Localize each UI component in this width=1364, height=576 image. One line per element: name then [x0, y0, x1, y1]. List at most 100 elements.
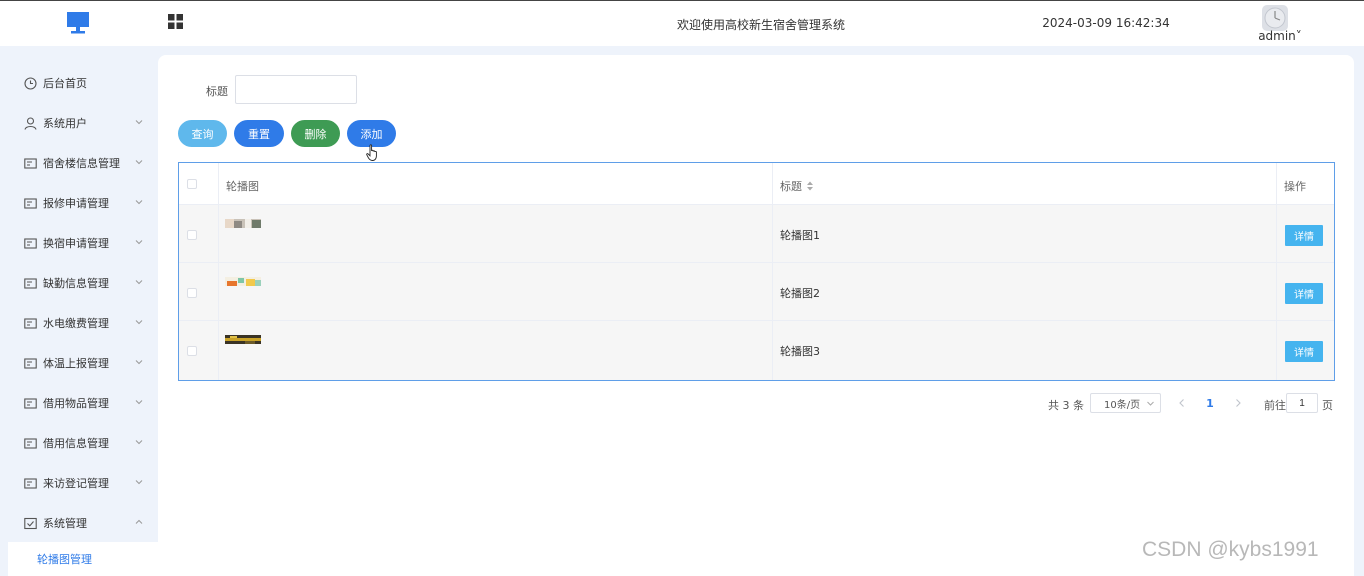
carousel-table: 轮播图 标题 操作 轮播图1 详情 轮播图2 详情 轮播图3 详情 [178, 162, 1335, 381]
column-header-actions: 操作 [1284, 180, 1306, 193]
sidebar-item-label: 系统管理 [43, 517, 87, 530]
sidebar-item-users[interactable]: 系统用户 [0, 103, 158, 143]
row-title-cell: 轮播图2 [773, 263, 1277, 320]
sidebar-item-label: 换宿申请管理 [43, 237, 109, 250]
row-checkbox-cell [179, 321, 219, 380]
sidebar-item-system[interactable]: 系统管理 [0, 503, 158, 543]
hand-cursor-icon [366, 144, 377, 161]
chevron-down-icon [135, 160, 143, 165]
header-image-cell: 轮播图 [219, 163, 773, 204]
page-size-value: 10条/页 [1104, 399, 1141, 411]
grid-icon[interactable] [168, 14, 183, 29]
header-checkbox-cell [179, 163, 219, 204]
sort-icon[interactable] [806, 181, 814, 191]
row-actions-cell: 详情 [1277, 263, 1334, 320]
row-image-cell [219, 205, 773, 262]
reset-button[interactable]: 重置 [234, 120, 284, 147]
chevron-down-icon [135, 280, 143, 285]
sidebar: 后台首页 系统用户 宿舍楼信息管理 报修申请管理 换宿申请管理 缺勤信息管理 水… [0, 46, 158, 576]
query-button[interactable]: 查询 [178, 120, 227, 147]
top-header: 欢迎使用高校新生宿舍管理系统 2024-03-09 16:42:34 admin… [0, 0, 1364, 46]
sidebar-item-visitors[interactable]: 来访登记管理 [0, 463, 158, 503]
watermark: CSDN @kybs1991 [1142, 538, 1319, 561]
page-title: 欢迎使用高校新生宿舍管理系统 [676, 18, 845, 32]
carousel-thumbnail[interactable] [225, 219, 261, 228]
chevron-down-icon [135, 480, 143, 485]
sidebar-item-label: 体温上报管理 [43, 357, 109, 370]
sidebar-item-temperature[interactable]: 体温上报管理 [0, 343, 158, 383]
prev-page-icon[interactable] [1176, 397, 1188, 409]
row-image-cell [219, 263, 773, 320]
card-icon [24, 437, 37, 449]
row-title: 轮播图1 [780, 229, 820, 242]
sidebar-item-absence[interactable]: 缺勤信息管理 [0, 263, 158, 303]
sidebar-item-label: 水电缴费管理 [43, 317, 109, 330]
card-icon [24, 317, 37, 329]
column-header-title-text: 标题 [780, 180, 802, 193]
chevron-down-icon [135, 400, 143, 405]
main-panel: 标题 查询 重置 删除 添加 轮播图 标题 操作 轮播图1 详情 轮播图2 详情… [158, 55, 1354, 576]
row-title: 轮播图2 [780, 287, 820, 300]
sidebar-item-borrow-info[interactable]: 借用信息管理 [0, 423, 158, 463]
detail-button[interactable]: 详情 [1285, 283, 1323, 304]
detail-button[interactable]: 详情 [1285, 341, 1323, 362]
sidebar-item-borrow-items[interactable]: 借用物品管理 [0, 383, 158, 423]
sidebar-item-label: 来访登记管理 [43, 477, 109, 490]
goto-page-unit: 页 [1322, 399, 1333, 412]
header-title-cell: 标题 [773, 163, 1277, 204]
carousel-thumbnail[interactable] [225, 277, 261, 286]
sidebar-item-label: 缺勤信息管理 [43, 277, 109, 290]
row-actions-cell: 详情 [1277, 321, 1334, 380]
monitor-icon[interactable] [66, 11, 90, 35]
pagination-total: 共 3 条 [1048, 399, 1084, 412]
chevron-down-icon [135, 360, 143, 365]
table-row: 轮播图2 详情 [179, 263, 1334, 321]
row-title-cell: 轮播图1 [773, 205, 1277, 262]
row-checkbox[interactable] [187, 230, 197, 240]
card-icon [24, 277, 37, 289]
clock-icon [24, 76, 37, 90]
sidebar-item-room-change[interactable]: 换宿申请管理 [0, 223, 158, 263]
avatar[interactable] [1262, 5, 1288, 31]
sidebar-item-repairs[interactable]: 报修申请管理 [0, 183, 158, 223]
sidebar-item-dorm-buildings[interactable]: 宿舍楼信息管理 [0, 143, 158, 183]
row-actions-cell: 详情 [1277, 205, 1334, 262]
user-icon [24, 116, 37, 130]
card-icon [24, 477, 37, 489]
delete-button[interactable]: 删除 [291, 120, 340, 147]
card-icon [24, 237, 37, 249]
next-page-icon[interactable] [1232, 397, 1244, 409]
page-number-current[interactable]: 1 [1204, 397, 1216, 410]
select-all-checkbox[interactable] [187, 179, 197, 189]
sidebar-item-label: 系统用户 [43, 117, 87, 130]
row-checkbox-cell [179, 263, 219, 320]
add-button[interactable]: 添加 [347, 120, 396, 147]
sidebar-item-label: 报修申请管理 [43, 197, 109, 210]
page-size-select[interactable]: 10条/页 [1090, 393, 1161, 413]
chevron-down-icon [135, 200, 143, 205]
datetime-display: 2024-03-09 16:42:34 [1042, 16, 1170, 30]
row-checkbox[interactable] [187, 346, 197, 356]
title-filter-label: 标题 [206, 85, 228, 98]
avatar-clock-icon [1264, 7, 1286, 29]
column-header-title[interactable]: 标题 [780, 178, 814, 194]
sidebar-item-utilities[interactable]: 水电缴费管理 [0, 303, 158, 343]
card-icon [24, 357, 37, 369]
carousel-thumbnail[interactable] [225, 335, 261, 344]
sidebar-item-home[interactable]: 后台首页 [0, 63, 158, 103]
goto-page-input[interactable] [1286, 393, 1318, 413]
sidebar-subitem-carousel[interactable]: 轮播图管理 [8, 542, 158, 576]
sidebar-item-label: 借用信息管理 [43, 437, 109, 450]
sidebar-item-label: 借用物品管理 [43, 397, 109, 410]
chevron-up-icon [135, 519, 143, 524]
row-checkbox[interactable] [187, 288, 197, 298]
title-filter-input[interactable] [235, 75, 357, 104]
chevron-down-icon [135, 320, 143, 325]
row-image-cell [219, 321, 773, 380]
sidebar-item-label: 后台首页 [43, 77, 87, 90]
card-icon [24, 157, 37, 169]
column-header-image: 轮播图 [226, 180, 259, 193]
user-menu[interactable]: admin˅ [1256, 29, 1304, 43]
table-row: 轮播图3 详情 [179, 321, 1334, 380]
detail-button[interactable]: 详情 [1285, 225, 1323, 246]
